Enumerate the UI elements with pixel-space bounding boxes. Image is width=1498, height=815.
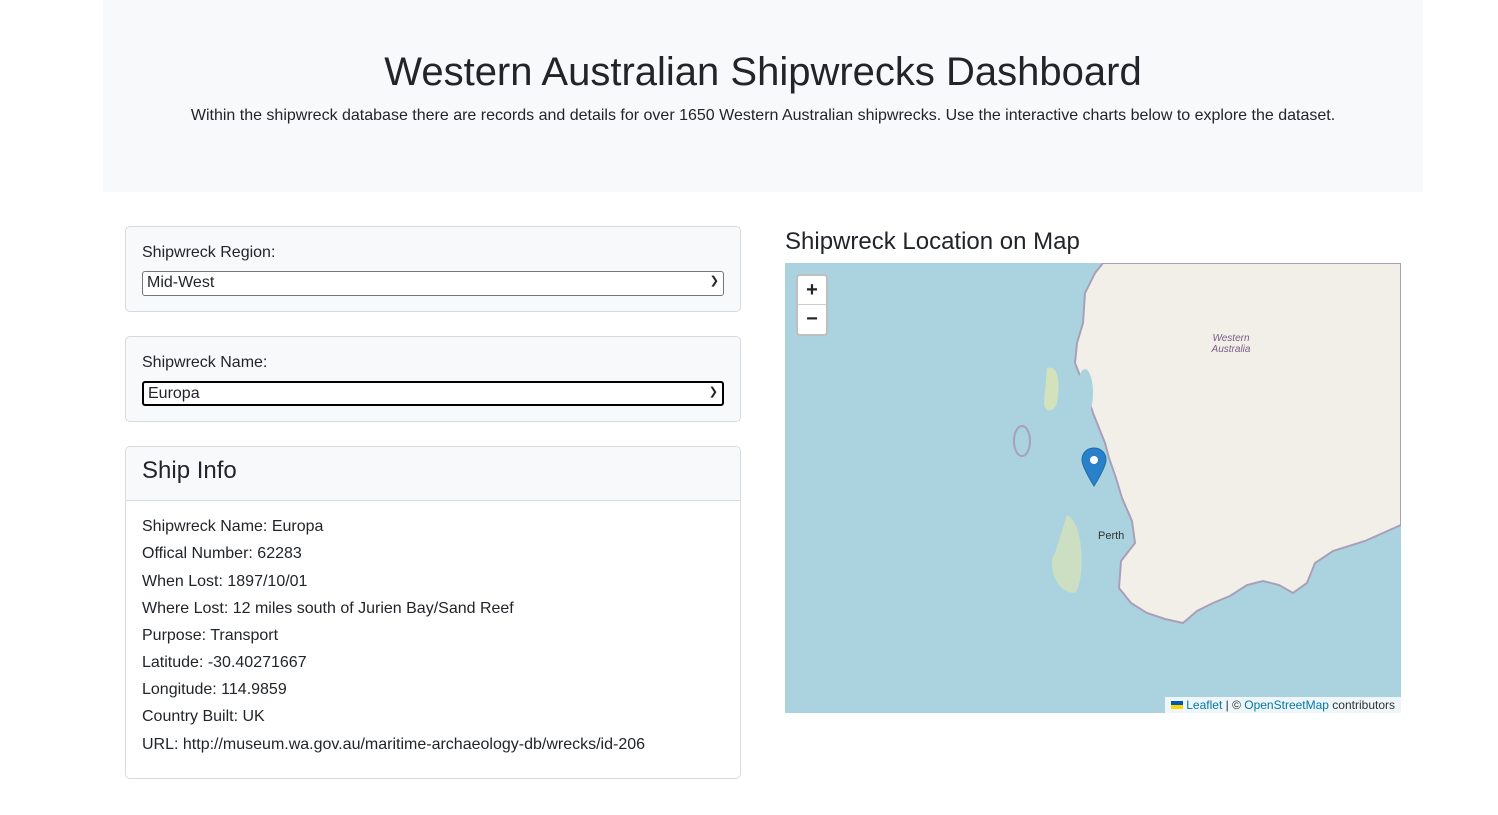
chevron-down-icon: ❯ [708,386,718,398]
info-row: URL: http://museum.wa.gov.au/maritime-ar… [142,736,646,753]
name-select[interactable]: Europa ❯ [142,381,724,406]
region-select[interactable]: Mid-West ❯ [142,271,724,296]
osm-link[interactable]: OpenStreetMap [1244,698,1329,712]
attribution-sep: | © [1222,698,1245,712]
region-value: Mid-West [147,274,215,291]
zoom-in-button[interactable]: + [798,276,826,305]
info-row: Shipwreck Name: Europa [142,518,324,535]
city-label: Perth [1098,530,1125,542]
map-title: Shipwreck Location on Map [785,228,1080,255]
leaflet-link[interactable]: Leaflet [1186,698,1222,712]
land-layer [1013,263,1401,625]
ship-info-card: Ship Info Shipwreck Name: Europa Offical… [125,446,741,779]
attribution-contributors: contributors [1328,698,1395,712]
info-row: Latitude: -30.40271667 [142,654,307,671]
info-row: Purpose: Transport [142,627,279,644]
state-label: Western Australia [1211,333,1251,355]
header: Western Australian Shipwrecks Dashboard … [103,0,1423,192]
page-title: Western Australian Shipwrecks Dashboard [384,50,1142,94]
zoom-control: + − [796,274,828,336]
map[interactable]: Western Australia Perth + − Leaflet | © … [785,263,1401,713]
info-row: Longitude: 114.9859 [142,681,287,698]
name-value: Europa [148,385,200,402]
info-row: Country Built: UK [142,708,265,725]
chevron-down-icon: ❯ [709,275,719,287]
ship-info-title: Ship Info [126,447,740,501]
info-row: When Lost: 1897/10/01 [142,573,308,590]
info-row: Offical Number: 62283 [142,545,302,562]
info-row: Where Lost: 12 miles south of Jurien Bay… [142,600,514,617]
map-marker-icon[interactable] [1081,447,1107,487]
name-card: Shipwreck Name: Europa ❯ [125,336,741,422]
page-subtitle: Within the shipwreck database there are … [190,107,1336,124]
map-attribution: Leaflet | © OpenStreetMap contributors [1164,697,1401,713]
region-card: Shipwreck Region: Mid-West ❯ [125,226,741,312]
zoom-out-button[interactable]: − [798,305,826,334]
region-label: Shipwreck Region: [142,244,276,261]
name-label: Shipwreck Name: [142,354,268,371]
ukraine-flag-icon [1170,701,1183,709]
